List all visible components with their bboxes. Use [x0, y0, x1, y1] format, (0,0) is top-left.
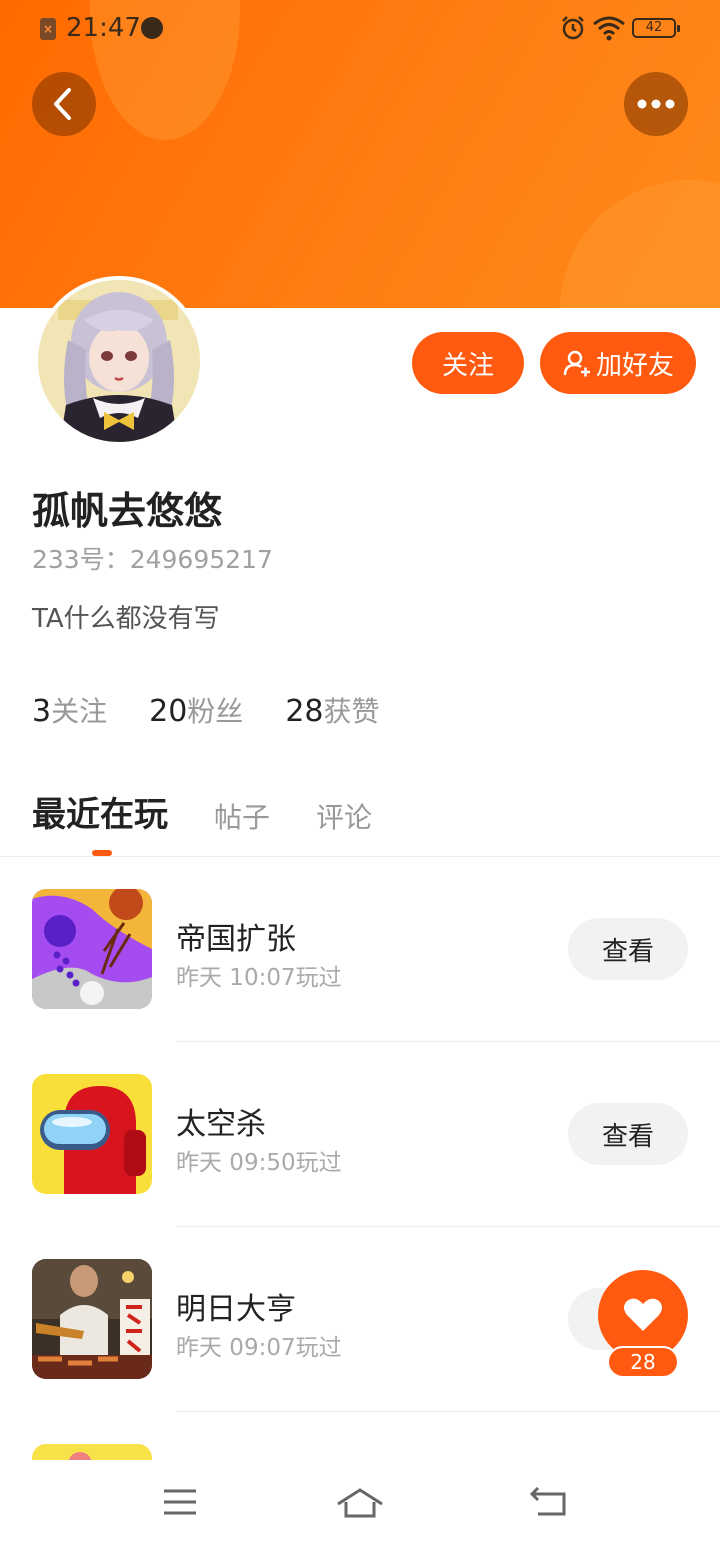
more-options-button[interactable] [624, 72, 688, 136]
profile-tabs: 最近在玩 帖子 评论 [32, 786, 418, 836]
add-friend-button-label: 加好友 [595, 350, 674, 381]
no-sim-icon: × [40, 18, 56, 40]
status-time: 21:47 [66, 13, 141, 43]
game-icon-partial[interactable] [32, 1444, 152, 1460]
avatar[interactable] [34, 276, 204, 446]
back-nav-icon[interactable] [520, 1478, 580, 1528]
stat-followers-value: 20 [149, 694, 188, 729]
follow-button-label: 关注 [441, 350, 494, 381]
add-user-icon [563, 350, 590, 377]
profile-uid: 233号：249695217 [32, 545, 273, 574]
home-icon[interactable] [330, 1478, 390, 1528]
stat-likes-value: 28 [285, 694, 324, 729]
stat-following-value: 3 [32, 694, 52, 729]
game-played-time: 昨天 10:07玩过 [176, 965, 342, 991]
tab-posts[interactable]: 帖子 [214, 796, 270, 836]
view-game-button[interactable]: 查看 [568, 918, 688, 980]
row-divider [176, 1411, 720, 1412]
stat-followers-label: 粉丝 [187, 695, 244, 728]
game-name[interactable]: 明日大亨 [176, 1284, 296, 1328]
list-item: 太空杀 昨天 09:50玩过 查看 [0, 1041, 720, 1226]
space-kill-icon[interactable] [32, 1074, 152, 1194]
tab-comments[interactable]: 评论 [316, 796, 372, 836]
stat-followers[interactable]: 20粉丝 [149, 690, 243, 730]
chevron-left-icon [54, 88, 71, 120]
avatar-illustration [38, 280, 200, 442]
view-game-button[interactable]: 查看 [568, 1103, 688, 1165]
follow-button[interactable]: 关注 [412, 332, 524, 394]
nfc-icon [141, 17, 163, 39]
game-played-time: 昨天 09:50玩过 [176, 1150, 342, 1176]
stat-likes-label: 获赞 [323, 695, 380, 728]
stat-following[interactable]: 3关注 [32, 690, 107, 730]
wifi-icon [593, 16, 625, 41]
heart-icon [624, 1298, 662, 1331]
game-name[interactable]: 太空杀 [176, 1099, 266, 1143]
game-played-time: 昨天 09:07玩过 [176, 1335, 342, 1361]
profile-bio: TA什么都没有写 [32, 604, 220, 634]
battery-indicator: 42 [632, 18, 680, 38]
more-dots-icon [637, 99, 675, 109]
tab-recently-played[interactable]: 最近在玩 [32, 787, 168, 836]
menu-icon[interactable] [150, 1478, 210, 1528]
alarm-icon [562, 16, 584, 40]
add-friend-button[interactable]: 加好友 [540, 332, 696, 394]
stat-likes[interactable]: 28获赞 [285, 690, 379, 730]
system-navigation-bar [0, 1460, 720, 1544]
tomorrow-tycoon-icon[interactable] [32, 1259, 152, 1379]
profile-nickname: 孤帆去悠悠 [32, 489, 223, 533]
game-name[interactable]: 帝国扩张 [176, 914, 296, 958]
list-item: 帝国扩张 昨天 10:07玩过 查看 [0, 856, 720, 1041]
profile-stats: 3关注 20粉丝 28获赞 [32, 690, 422, 730]
stat-following-label: 关注 [51, 695, 108, 728]
like-count-badge: 28 [607, 1346, 679, 1378]
empire-expansion-icon[interactable] [32, 889, 152, 1009]
status-bar: × 21:47 42 [0, 0, 720, 56]
back-button[interactable] [32, 72, 96, 136]
